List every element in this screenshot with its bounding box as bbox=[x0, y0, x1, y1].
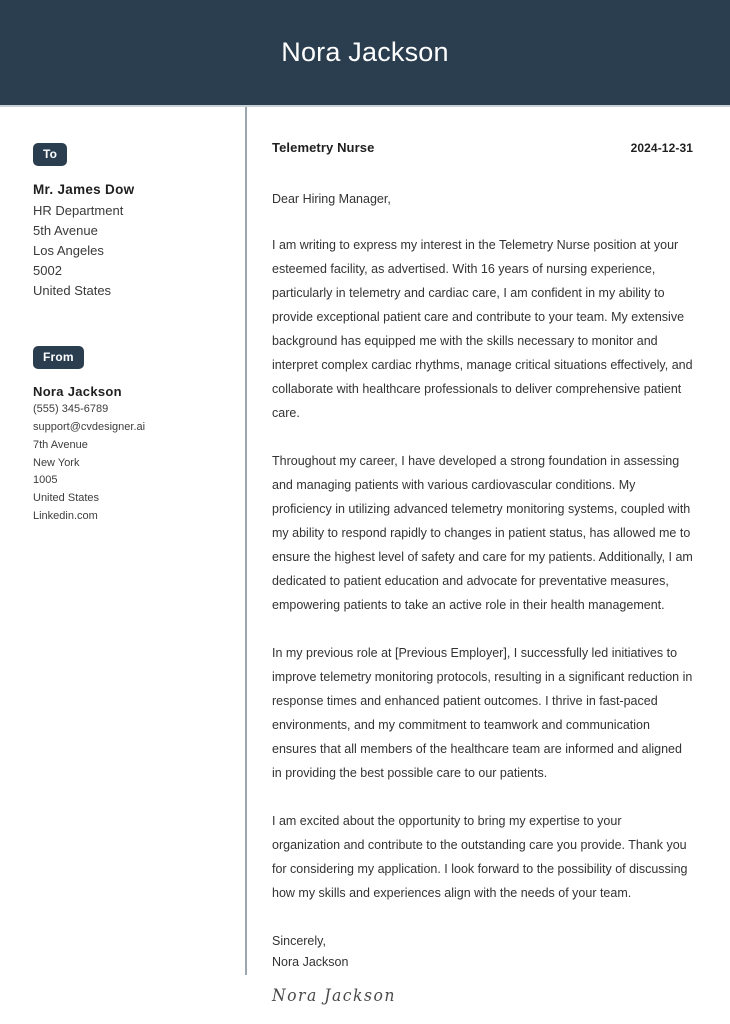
signature: Nora Jackson bbox=[272, 985, 396, 1006]
closing-block: Sincerely, Nora Jackson bbox=[272, 931, 693, 972]
recipient-name: Mr. James Dow bbox=[33, 182, 135, 197]
sender-website: Linkedin.com bbox=[33, 510, 98, 522]
recipient-address-line: 5002 bbox=[33, 263, 62, 279]
sender-email: support@cvdesigner.ai bbox=[33, 420, 146, 433]
cover-letter-content: Telemetry Nurse 2024-12-31 Dear Hiring M… bbox=[245, 107, 730, 1006]
job-title: Telemetry Nurse bbox=[272, 140, 375, 155]
sender-address-block: Nora Jackson (555) 345-6789 support@cvde… bbox=[33, 382, 227, 526]
sender-section: From Nora Jackson (555) 345-6789 support… bbox=[33, 345, 227, 526]
closing-name: Nora Jackson bbox=[272, 954, 349, 969]
letter-meta-row: Telemetry Nurse 2024-12-31 bbox=[272, 140, 693, 155]
sender-address-line: New York bbox=[33, 456, 80, 469]
letter-paragraph: I am writing to express my interest in t… bbox=[272, 238, 693, 421]
recipient-address-block: Mr. James Dow HR Department 5th Avenue L… bbox=[33, 180, 227, 302]
letter-paragraph: Throughout my career, I have developed a… bbox=[272, 454, 693, 613]
letter-date: 2024-12-31 bbox=[630, 141, 693, 155]
page-title: Nora Jackson bbox=[281, 37, 449, 67]
sender-name: Nora Jackson bbox=[33, 383, 122, 399]
salutation: Dear Hiring Manager, bbox=[272, 192, 391, 206]
document-body: To Mr. James Dow HR Department 5th Avenu… bbox=[0, 107, 730, 1024]
recipient-section: To Mr. James Dow HR Department 5th Avenu… bbox=[33, 143, 227, 302]
address-sidebar: To Mr. James Dow HR Department 5th Avenu… bbox=[0, 107, 245, 526]
sender-address-line: 1005 bbox=[33, 474, 58, 487]
from-badge: From bbox=[33, 345, 84, 369]
letter-paragraph: I am excited about the opportunity to br… bbox=[272, 814, 688, 901]
recipient-address-line: HR Department bbox=[33, 202, 124, 218]
closing-word: Sincerely, bbox=[272, 934, 326, 949]
sender-address-line: 7th Avenue bbox=[33, 438, 88, 451]
recipient-address-line: United States bbox=[33, 283, 112, 299]
recipient-address-line: 5th Avenue bbox=[33, 223, 98, 239]
sender-address-line: United States bbox=[33, 492, 100, 505]
document-header: Nora Jackson bbox=[0, 0, 730, 105]
letter-paragraph: In my previous role at [Previous Employe… bbox=[272, 646, 693, 781]
to-badge: To bbox=[33, 143, 68, 166]
sender-phone: (555) 345-6789 bbox=[33, 403, 109, 416]
recipient-address-line: Los Angeles bbox=[33, 243, 104, 259]
